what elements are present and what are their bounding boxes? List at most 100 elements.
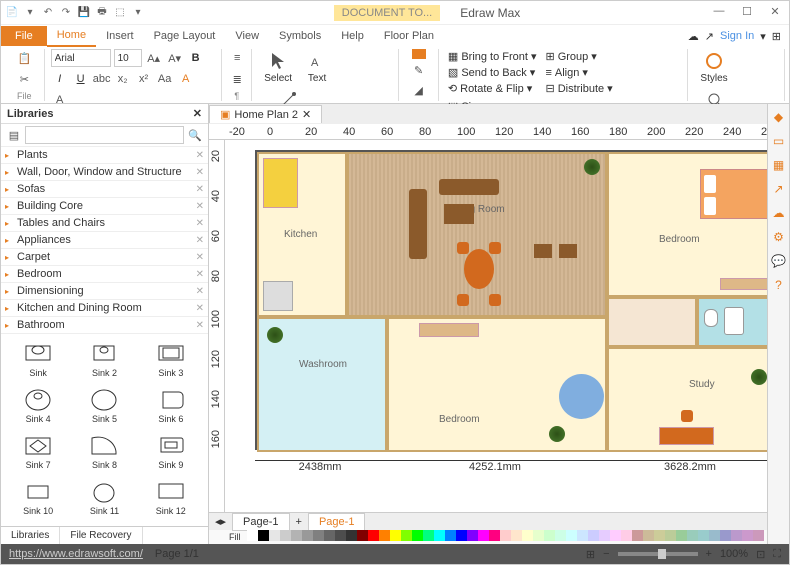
dresser[interactable] [720,278,767,290]
tab-symbols[interactable]: Symbols [269,26,331,46]
close-lib-icon[interactable]: ✕ [196,167,204,178]
undo-icon[interactable]: ↶ [41,6,55,20]
color-swatch[interactable] [313,530,324,541]
styles-button[interactable]: Styles [694,49,733,86]
sidebar-tab-recovery[interactable]: File Recovery [60,527,142,544]
chair[interactable] [457,242,469,254]
color-swatch[interactable] [621,530,632,541]
bed[interactable] [700,169,767,219]
shape-sink-10[interactable]: Sink 10 [7,478,69,520]
shape-sink-9[interactable]: Sink 9 [140,432,202,474]
color-swatch[interactable] [533,530,544,541]
color-swatch[interactable] [357,530,368,541]
shrink-font-icon[interactable]: A▾ [166,49,184,67]
plant[interactable] [267,327,283,343]
color-swatch[interactable] [643,530,654,541]
close-sidebar-icon[interactable]: ✕ [193,107,202,120]
chair[interactable] [489,294,501,306]
distribute-button[interactable]: ⊟Distribute▾ [542,81,615,96]
shape-sink-5[interactable]: Sink 5 [73,386,135,428]
color-swatch[interactable] [599,530,610,541]
rug[interactable] [559,374,604,419]
color-swatch[interactable] [346,530,357,541]
maximize-button[interactable]: ☐ [737,5,757,21]
lib-item[interactable]: ▸Kitchen and Dining Room✕ [1,300,208,317]
shape-sink[interactable]: Sink [7,340,69,382]
collapse-ribbon-icon[interactable]: ⊞ [772,30,781,43]
font-select[interactable] [51,49,111,67]
page-nav-icon[interactable]: ◂▸ [209,515,232,528]
help-icon[interactable]: ☁ [688,30,699,43]
color-swatch[interactable] [676,530,687,541]
size-select[interactable] [114,49,142,67]
export-icon[interactable]: ↗ [771,182,787,198]
rotate-flip-button[interactable]: ⟲Rotate & Flip▾ [445,81,540,96]
color-swatch[interactable] [566,530,577,541]
room-study[interactable]: Study [607,347,767,452]
tab-file[interactable]: File [1,26,47,46]
send-back-button[interactable]: ▧Send to Back▾ [445,65,540,80]
close-lib-icon[interactable]: ✕ [196,303,204,314]
search-input[interactable] [25,126,184,144]
desk[interactable] [659,427,714,445]
close-tab-icon[interactable]: ✕ [302,108,311,121]
doc-tab-home-plan[interactable]: ▣ Home Plan 2 ✕ [209,105,322,123]
color-swatch[interactable] [258,530,269,541]
chair[interactable] [489,242,501,254]
plant[interactable] [751,369,767,385]
qat-more[interactable]: ▾ [131,6,145,20]
align-button[interactable]: ≡Align▾ [542,65,615,80]
color-swatch[interactable] [720,530,731,541]
color-swatch[interactable] [753,530,764,541]
plant[interactable] [549,426,565,442]
color-swatch[interactable] [632,530,643,541]
color-swatch[interactable] [335,530,346,541]
color-swatch[interactable] [489,530,500,541]
lib-item[interactable]: ▸Carpet✕ [1,249,208,266]
hallway[interactable] [607,297,697,347]
color-swatch[interactable] [269,530,280,541]
color-swatch[interactable] [401,530,412,541]
color-swatch[interactable] [423,530,434,541]
counter[interactable] [263,158,298,208]
zoom-in-icon[interactable]: + [706,548,712,560]
room-bedroom-2[interactable]: Bedroom [387,317,607,452]
chair[interactable] [457,294,469,306]
color-swatch[interactable] [379,530,390,541]
toilet[interactable] [704,309,718,327]
share-icon[interactable]: ↗ [705,30,714,43]
color-swatch[interactable] [467,530,478,541]
color-swatch[interactable] [511,530,522,541]
tab-insert[interactable]: Insert [96,26,144,46]
plant[interactable] [584,159,600,175]
page-setup-icon[interactable]: ▭ [771,134,787,150]
lib-item[interactable]: ▸Plants✕ [1,147,208,164]
side-table[interactable] [534,244,552,258]
color-swatch[interactable] [368,530,379,541]
color-swatch[interactable] [687,530,698,541]
bring-front-button[interactable]: ▦Bring to Front▾ [445,49,540,64]
room-bath[interactable] [697,297,767,347]
color-swatch[interactable] [280,530,291,541]
sidebar-tab-libraries[interactable]: Libraries [1,527,60,544]
lib-item[interactable]: ▸Bedroom✕ [1,266,208,283]
close-lib-icon[interactable]: ✕ [196,252,204,263]
close-lib-icon[interactable]: ✕ [196,218,204,229]
tab-help[interactable]: Help [331,26,374,46]
sign-in-link[interactable]: Sign In [720,30,754,42]
room-bedroom[interactable]: Bedroom [607,152,767,297]
group-button[interactable]: ⊞Group▾ [542,49,615,64]
color-swatch[interactable] [577,530,588,541]
floor-plan[interactable]: Kitchen Living Room [255,150,767,450]
website-link[interactable]: https://www.edrawsoft.com/ [9,548,143,560]
shape-sink-3[interactable]: Sink 3 [140,340,202,382]
tab-home[interactable]: Home [47,25,96,47]
color-swatch[interactable] [610,530,621,541]
lib-menu-icon[interactable]: ▤ [5,126,23,144]
close-lib-icon[interactable]: ✕ [196,184,204,195]
color-swatch[interactable] [412,530,423,541]
chevron-down-icon[interactable]: ▾ [760,30,766,43]
redo-icon[interactable]: ↷ [59,6,73,20]
room-living[interactable]: Living Room [347,152,607,317]
text-tool[interactable]: A Text [301,49,333,86]
